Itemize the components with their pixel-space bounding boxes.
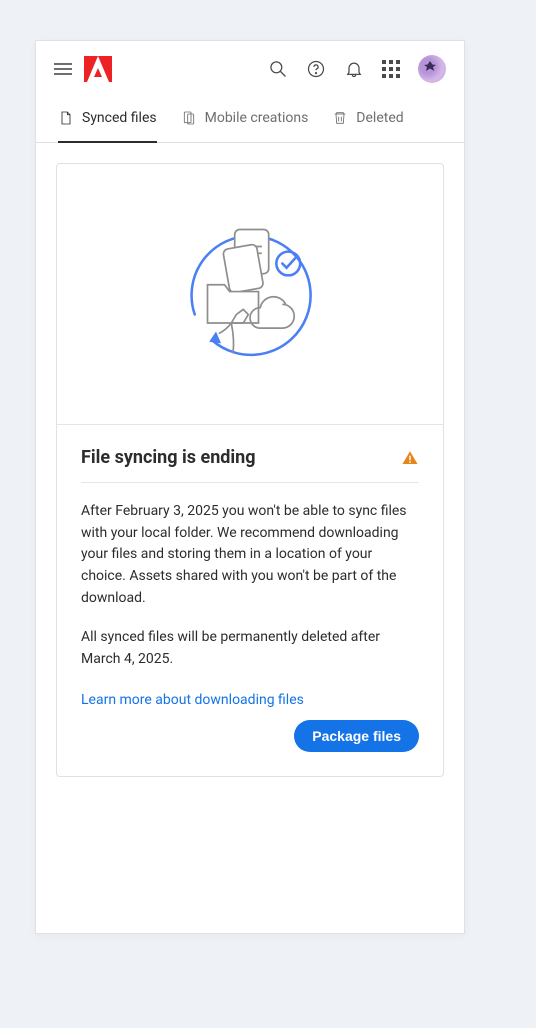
tab-label: Mobile creations	[205, 110, 309, 126]
mobile-icon	[181, 109, 197, 127]
tab-deleted[interactable]: Deleted	[332, 97, 403, 143]
tabs: Synced files Mobile creations Deleted	[36, 97, 464, 143]
card-title: File syncing is ending	[81, 447, 256, 468]
tab-label: Deleted	[356, 110, 403, 126]
package-files-button[interactable]: Package files	[294, 720, 419, 752]
card-footer: Package files	[81, 720, 419, 752]
file-icon	[58, 109, 74, 127]
notice-paragraph-2: All synced files will be permanently del…	[81, 627, 419, 670]
top-header	[36, 41, 464, 97]
header-left	[54, 56, 112, 82]
notice-card: File syncing is ending After February 3,…	[56, 163, 444, 777]
tab-mobile-creations[interactable]: Mobile creations	[181, 97, 309, 143]
card-body: File syncing is ending After February 3,…	[57, 424, 443, 776]
card-header: File syncing is ending	[81, 447, 419, 483]
tab-label: Synced files	[82, 110, 157, 126]
learn-more-link[interactable]: Learn more about downloading files	[81, 692, 304, 708]
bell-icon[interactable]	[344, 59, 364, 79]
header-right	[268, 55, 446, 83]
apps-icon[interactable]	[382, 60, 400, 78]
avatar[interactable]	[418, 55, 446, 83]
main-area: File syncing is ending After February 3,…	[36, 143, 464, 933]
menu-icon[interactable]	[54, 63, 72, 75]
help-icon[interactable]	[306, 59, 326, 79]
notice-paragraph-1: After February 3, 2025 you won't be able…	[81, 501, 419, 609]
trash-icon	[332, 109, 348, 127]
search-icon[interactable]	[268, 59, 288, 79]
illustration	[57, 164, 443, 424]
card-text: After February 3, 2025 you won't be able…	[81, 501, 419, 671]
warning-icon	[401, 449, 419, 467]
tab-synced-files[interactable]: Synced files	[58, 97, 157, 143]
adobe-logo[interactable]	[84, 56, 112, 82]
app-window: Synced files Mobile creations Deleted	[35, 40, 465, 934]
